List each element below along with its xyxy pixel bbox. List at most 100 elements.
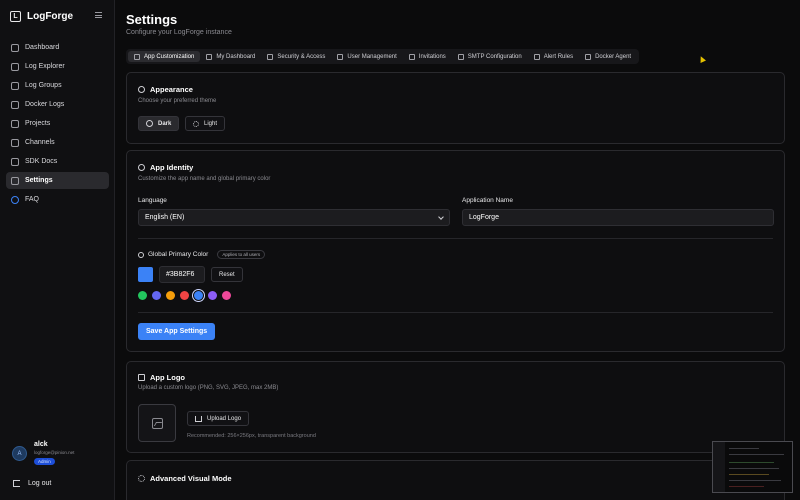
hex-value: #3B82F6 (166, 271, 195, 278)
save-app-settings-button[interactable]: Save App Settings (138, 323, 216, 340)
logo-title-text: App Logo (150, 373, 185, 382)
tab-user-management[interactable]: User Management (331, 51, 402, 62)
thumbnail-line (729, 448, 759, 449)
color-preset-indigo[interactable] (152, 291, 161, 300)
tab-my-dashboard[interactable]: My Dashboard (200, 51, 261, 62)
sidebar-item-docker-logs[interactable]: Docker Logs (6, 96, 109, 113)
color-preset-pink[interactable] (222, 291, 231, 300)
grid-icon (11, 43, 19, 52)
page-subtitle: Configure your LogForge instance (126, 29, 232, 36)
sidebar: L LogForge Dashboard Log Explorer Log Gr… (0, 0, 115, 500)
identity-title-text: App Identity (150, 163, 194, 172)
sidebar-item-sdk-docs[interactable]: SDK Docs (6, 153, 109, 170)
identity-desc: Customize the app name and global primar… (138, 176, 271, 182)
tab-docker-agent[interactable]: Docker Agent (579, 51, 637, 62)
user-profile[interactable]: A alck logforge@pinion.net Admin (12, 439, 74, 465)
app-identity-card: App Identity Customize the app name and … (126, 150, 785, 352)
brand[interactable]: L LogForge (10, 11, 73, 22)
sidebar-item-faq[interactable]: FAQ (6, 191, 109, 208)
tab-smtp-configuration[interactable]: SMTP Configuration (452, 51, 528, 62)
avatar: A (12, 446, 27, 461)
hamburger-menu-icon[interactable] (95, 12, 102, 18)
tab-label: SMTP Configuration (467, 53, 522, 60)
applies-badge: Applies to all users (217, 250, 266, 259)
moon-icon (138, 86, 145, 93)
tab-invitations[interactable]: Invitations (403, 51, 452, 62)
logout-label: Log out (28, 480, 52, 487)
sidebar-item-label: Projects (25, 120, 51, 127)
tab-security-access[interactable]: Security & Access (261, 51, 331, 62)
gear-icon (11, 176, 19, 185)
tab-label: User Management (347, 53, 397, 60)
divider (138, 312, 773, 313)
appname-input[interactable]: LogForge (462, 209, 774, 226)
primary-color-label-text: Global Primary Color (148, 251, 209, 258)
thumbnail-sidebar (713, 442, 725, 492)
advanced-title-text: Advanced Visual Mode (150, 474, 232, 483)
image-icon (138, 374, 145, 381)
sun-icon (193, 120, 199, 127)
chevron-down-icon (438, 214, 444, 220)
sidebar-item-label: Log Explorer (25, 63, 65, 70)
sidebar-item-label: Settings (25, 177, 53, 184)
theme-dark-button[interactable]: Dark (138, 116, 180, 131)
sidebar-item-channels[interactable]: Channels (6, 134, 109, 151)
sidebar-item-dashboard[interactable]: Dashboard (6, 39, 109, 56)
settings-tabs: App Customization My Dashboard Security … (126, 49, 640, 64)
upload-logo-label: Upload Logo (207, 415, 242, 422)
user-name: alck (34, 441, 48, 448)
broadcast-icon (11, 138, 19, 147)
sidebar-nav: Dashboard Log Explorer Log Groups Docker… (6, 39, 109, 210)
mail-icon (457, 53, 464, 60)
sidebar-item-label: Log Groups (25, 82, 62, 89)
tab-alert-rules[interactable]: Alert Rules (528, 51, 579, 62)
appearance-desc: Choose your preferred theme (138, 98, 217, 104)
language-select[interactable]: English (EN) (138, 209, 450, 226)
thumbnail-line (729, 486, 764, 487)
advanced-title: Advanced Visual Mode (138, 474, 232, 483)
divider (138, 238, 773, 239)
image-icon (134, 53, 140, 60)
color-preset-violet[interactable] (208, 291, 217, 300)
preview-thumbnail[interactable] (712, 441, 793, 493)
shield-icon (267, 53, 274, 60)
tab-label: Security & Access (277, 53, 326, 60)
tab-label: Docker Agent (595, 53, 632, 60)
sidebar-item-projects[interactable]: Projects (6, 115, 109, 132)
layers-icon (11, 81, 19, 90)
users-icon (337, 53, 344, 60)
logforge-logo-icon: L (10, 11, 21, 22)
main-content: Settings Configure your LogForge instanc… (126, 0, 786, 500)
language-value: English (EN) (145, 214, 185, 221)
color-preset-red[interactable] (180, 291, 189, 300)
sidebar-item-settings[interactable]: Settings (6, 172, 109, 189)
sparkle-icon (138, 475, 145, 482)
color-preset-green[interactable] (138, 291, 147, 300)
theme-dark-label: Dark (158, 120, 172, 127)
appname-label: Application Name (462, 197, 513, 204)
hex-color-input[interactable]: #3B82F6 (159, 266, 205, 283)
logo-hint: Recommended: 256×256px, transparent back… (187, 433, 316, 439)
docker-icon (585, 53, 592, 60)
tab-label: Alert Rules (543, 53, 574, 60)
upload-logo-button[interactable]: Upload Logo (187, 411, 250, 426)
sidebar-item-label: SDK Docs (25, 158, 58, 165)
theme-light-label: Light (204, 120, 218, 127)
color-preset-amber[interactable] (166, 291, 175, 300)
folder-icon (11, 119, 19, 128)
theme-light-button[interactable]: Light (185, 116, 226, 131)
sidebar-item-log-explorer[interactable]: Log Explorer (6, 58, 109, 75)
appearance-title-text: Appearance (150, 85, 193, 94)
color-preset-blue[interactable] (194, 291, 203, 300)
tab-app-customization[interactable]: App Customization (128, 51, 201, 62)
sidebar-item-log-groups[interactable]: Log Groups (6, 77, 109, 94)
role-badge: Admin (34, 458, 55, 465)
upload-icon (195, 415, 202, 422)
logo-preview (138, 404, 176, 442)
logout-button[interactable]: Log out (13, 480, 51, 487)
logo-desc: Upload a custom logo (PNG, SVG, JPEG, ma… (138, 385, 279, 391)
color-picker-swatch[interactable] (138, 267, 153, 282)
sidebar-item-label: FAQ (25, 196, 40, 203)
sidebar-item-label: Dashboard (25, 44, 60, 51)
reset-color-button[interactable]: Reset (211, 267, 243, 282)
